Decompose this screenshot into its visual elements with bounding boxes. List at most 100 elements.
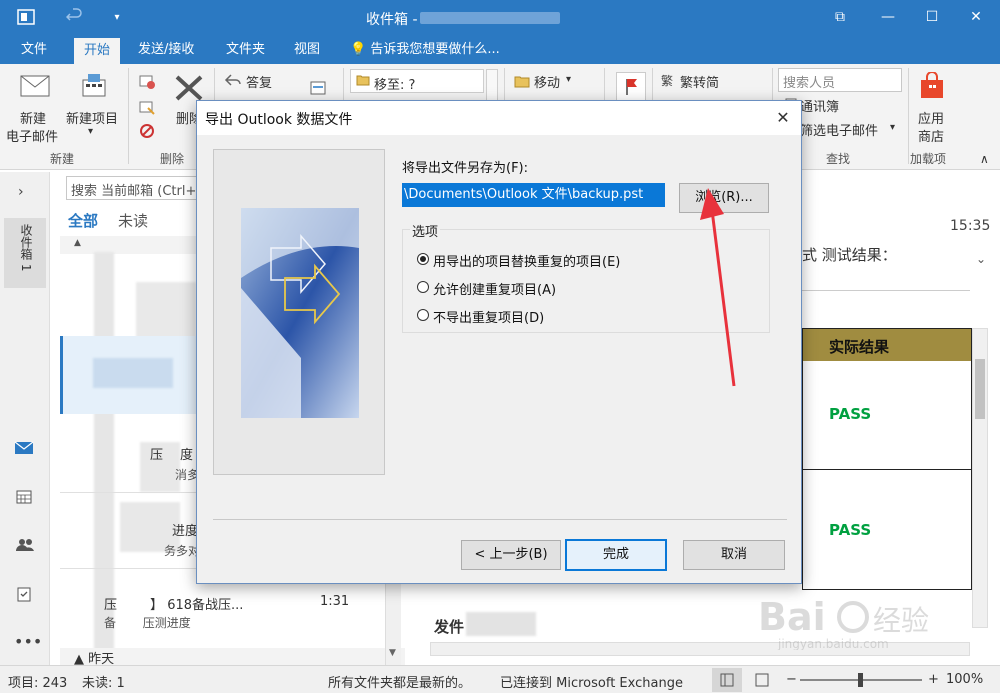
group-addins-label: 加载项 [910, 152, 947, 166]
svg-text:Bai: Bai [758, 595, 826, 639]
replace-duplicates-label[interactable]: 用导出的项目替换重复的项目(E) [433, 251, 620, 270]
trad-to-simp-icon[interactable]: 繁 [660, 72, 676, 92]
mail-item-fragment: 务多对 [164, 544, 201, 558]
reply-icon[interactable] [224, 72, 242, 92]
no-duplicates-label[interactable]: 不导出重复项目(D) [433, 307, 544, 326]
new-email-label-2[interactable]: 电子邮件 [6, 126, 58, 145]
zoom-slider[interactable] [800, 673, 922, 687]
collapse-ribbon-icon[interactable]: ∧ [980, 152, 989, 166]
outlook-app-icon[interactable] [16, 8, 36, 28]
replace-duplicates-radio[interactable] [417, 253, 429, 265]
tab-view[interactable]: 视图 [288, 36, 326, 64]
move-folder-icon[interactable] [514, 74, 530, 92]
restore-ribbon-button[interactable]: ⧉ [820, 6, 860, 28]
message-time: 15:35 [950, 218, 991, 234]
new-email-icon[interactable] [20, 74, 50, 102]
ribbon-separator [128, 68, 129, 164]
zoom-out-button[interactable]: − [786, 672, 797, 687]
cleanup-icon[interactable] [138, 98, 156, 120]
finish-button[interactable]: 完成 [565, 539, 667, 571]
selected-mail-item[interactable] [60, 336, 200, 414]
expand-header-icon[interactable]: ⌄ [976, 252, 986, 266]
tab-send-receive[interactable]: 发送/接收 [132, 36, 200, 64]
no-duplicates-radio[interactable] [417, 309, 429, 321]
normal-view-icon[interactable] [712, 668, 742, 692]
tab-home[interactable]: 开始 [74, 38, 121, 64]
export-path-input[interactable]: \Documents\Outlook 文件\backup.pst [402, 183, 665, 207]
cancel-button[interactable]: 取消 [683, 540, 785, 570]
close-window-button[interactable]: ✕ [956, 6, 996, 28]
mail-item-fragment: 度 [180, 448, 194, 463]
inbox-folder-tab[interactable]: 收件箱 1 [4, 218, 46, 288]
address-book-label[interactable]: 通讯簿 [800, 96, 839, 115]
store-icon[interactable] [918, 71, 946, 104]
allow-duplicates-label[interactable]: 允许创建重复项目(A) [433, 279, 556, 298]
store-label-1[interactable]: 应用 [918, 108, 944, 127]
scroll-thumb[interactable] [975, 359, 985, 419]
minimize-button[interactable]: — [868, 6, 908, 28]
quick-steps-box[interactable] [350, 69, 484, 93]
move-to-label[interactable]: 移至: ? [374, 74, 415, 93]
filter-all-tab[interactable]: 全部 [68, 210, 98, 231]
search-mailbox-input[interactable]: 搜索 当前邮箱 (Ctrl+ [66, 176, 206, 200]
reply-label[interactable]: 答复 [246, 72, 272, 91]
filter-dropdown-icon[interactable]: ▾ [890, 122, 895, 133]
tab-file[interactable]: 文件 [15, 36, 53, 64]
group-delete-label: 删除 [160, 152, 185, 166]
new-items-arrow-icon[interactable]: ▾ [88, 126, 93, 137]
tell-me-box[interactable]: 💡 告诉我您想要做什么... [344, 36, 506, 64]
people-icon[interactable] [16, 538, 34, 556]
reading-view-icon[interactable] [750, 668, 774, 693]
store-label-2[interactable]: 商店 [918, 126, 944, 145]
search-placeholder: 搜索 当前邮箱 (Ctrl+ [71, 184, 197, 199]
search-people-input[interactable]: 搜索人员 [778, 68, 902, 92]
junk-icon[interactable] [138, 122, 156, 144]
move-dropdown-icon[interactable]: ▾ [566, 74, 571, 85]
allow-duplicates-radio[interactable] [417, 281, 429, 293]
flag-icon[interactable] [616, 72, 646, 102]
options-label: 选项 [410, 221, 441, 240]
undo-icon[interactable] [64, 8, 84, 28]
ignore-icon[interactable] [138, 72, 156, 94]
filter-unread-tab[interactable]: 未读 [118, 210, 148, 231]
redacted-sender [466, 612, 536, 636]
dialog-close-button[interactable]: ✕ [771, 107, 795, 129]
zoom-slider-thumb[interactable] [858, 673, 863, 687]
filter-email-label[interactable]: 筛选电子邮件 [800, 120, 878, 139]
new-items-icon[interactable] [80, 72, 108, 104]
back-button[interactable]: < 上一步(B) [461, 540, 561, 570]
scroll-down-icon[interactable]: ▼ [389, 648, 396, 658]
dialog-title-bar: 导出 Outlook 数据文件 ✕ [197, 101, 801, 135]
meeting-icon[interactable] [310, 80, 326, 100]
new-email-label-1[interactable]: 新建 [20, 108, 46, 127]
quick-access-dropdown-icon[interactable]: ▾ [107, 8, 127, 28]
lightbulb-icon: 💡 [350, 42, 367, 57]
left-navigation: › 收件箱 1 ••• [0, 172, 50, 665]
expand-folder-pane-icon[interactable]: › [18, 184, 24, 200]
tab-folder[interactable]: 文件夹 [220, 36, 271, 64]
redacted-account [420, 12, 560, 24]
mail-item-title: 压 】 618备战压... [104, 598, 244, 613]
trad-to-simp-label[interactable]: 繁转简 [680, 72, 719, 91]
group-header-yesterday[interactable]: ▲ 昨天 [60, 648, 405, 667]
reading-scrollbar[interactable] [972, 328, 988, 628]
mail-icon[interactable] [14, 440, 34, 460]
results-table: 实际结果 PASS PASS [802, 328, 972, 590]
zoom-level[interactable]: 100% [946, 672, 983, 687]
new-items-label[interactable]: 新建项目 [66, 108, 118, 127]
ribbon-separator [908, 68, 909, 164]
wizard-illustration [241, 208, 359, 418]
mail-separator [60, 492, 200, 493]
svg-text:繁: 繁 [661, 73, 673, 88]
zoom-in-button[interactable]: + [928, 672, 939, 687]
pass-result-2: PASS [829, 521, 872, 539]
move-label[interactable]: 移动 [534, 72, 560, 91]
svg-text:经验: 经验 [873, 604, 929, 637]
table-row-divider [803, 469, 971, 470]
tasks-icon[interactable] [17, 586, 31, 606]
calendar-icon[interactable] [16, 490, 32, 508]
maximize-button[interactable]: ☐ [912, 6, 952, 28]
export-path-value: \Documents\Outlook 文件\backup.pst [404, 187, 644, 202]
tell-me-text: 告诉我您想要做什么... [370, 42, 500, 57]
more-icon[interactable]: ••• [14, 632, 42, 651]
